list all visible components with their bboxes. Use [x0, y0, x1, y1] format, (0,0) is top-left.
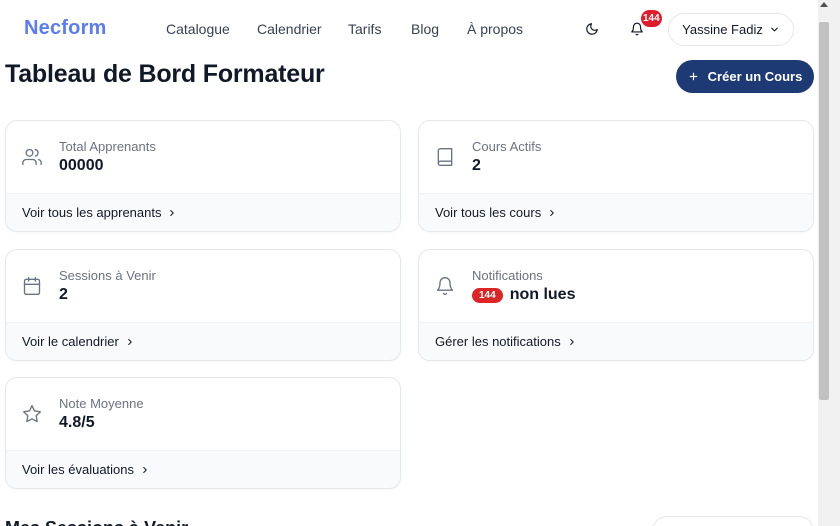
- card-value-text: 4.8/5: [59, 414, 95, 431]
- card-footer-label: Voir les évaluations: [22, 462, 135, 477]
- card-footer-link[interactable]: Gérer les notifications: [419, 322, 813, 360]
- chevron-right-icon: [143, 466, 147, 473]
- card-footer-label: Voir tous les cours: [435, 205, 542, 220]
- card-value: 144 non lues: [472, 286, 575, 304]
- card-footer-label: Voir le calendrier: [22, 334, 119, 349]
- bell-icon: [631, 22, 643, 36]
- card-label: Cours Actifs: [472, 139, 542, 154]
- star-icon: [23, 405, 41, 423]
- card-footer-label: Gérer les notifications: [435, 334, 561, 349]
- card-notifications: Notifications 144 non lues Gérer les not…: [418, 249, 814, 361]
- plus-icon: [689, 72, 697, 81]
- card-note-moyenne: Note Moyenne 4.8/5 Voir les évaluations: [5, 377, 401, 489]
- book-icon: [437, 148, 453, 166]
- unread-count-badge: 144: [472, 287, 503, 303]
- card-label: Sessions à Venir: [59, 268, 156, 283]
- users-icon: [22, 148, 42, 166]
- logo[interactable]: Necform: [24, 17, 107, 40]
- card-footer-link[interactable]: Voir les évaluations: [6, 450, 400, 488]
- top-navigation: Necform Catalogue Calendrier Tarifs Blog…: [0, 0, 818, 58]
- card-label: Notifications: [472, 268, 543, 283]
- card-value-text: 2: [472, 157, 481, 174]
- card-footer-link[interactable]: Voir tous les cours: [419, 193, 813, 231]
- card-footer-link[interactable]: Voir le calendrier: [6, 322, 400, 360]
- unread-label: non lues: [509, 286, 576, 303]
- upcoming-sessions-title: Mes Sessions à Venir: [5, 518, 188, 526]
- nav-blog[interactable]: Blog: [411, 21, 439, 37]
- chevron-right-icon: [550, 209, 554, 216]
- card-value: 2: [59, 286, 68, 304]
- nav-tarifs[interactable]: Tarifs: [348, 21, 381, 37]
- card-cours-actifs: Cours Actifs 2 Voir tous les cours: [418, 120, 814, 232]
- card-value: 2: [472, 157, 481, 175]
- card-value-text: 00000: [59, 157, 104, 174]
- chevron-right-icon: [128, 338, 132, 345]
- chevron-down-icon: [771, 27, 778, 32]
- card-total-apprenants: Total Apprenants 00000 Voir tous les app…: [5, 120, 401, 232]
- notification-count-badge: 144: [641, 10, 662, 27]
- bell-icon: [436, 277, 454, 295]
- card-value-text: 2: [59, 286, 68, 303]
- create-course-label: Créer un Cours: [707, 69, 803, 84]
- chevron-right-icon: [569, 338, 574, 345]
- card-footer-link[interactable]: Voir tous les apprenants: [6, 193, 400, 231]
- scroll-up-arrow-icon[interactable]: [820, 2, 828, 7]
- nav-calendrier[interactable]: Calendrier: [257, 21, 322, 37]
- create-course-button[interactable]: Créer un Cours: [676, 60, 814, 93]
- user-menu-button[interactable]: Yassine Fadiz: [668, 13, 794, 46]
- schedule-session-button[interactable]: Planifier une session: [652, 516, 814, 526]
- nav-catalogue[interactable]: Catalogue: [166, 21, 230, 37]
- chevron-right-icon: [170, 209, 175, 216]
- moon-icon: [586, 23, 598, 35]
- card-label: Note Moyenne: [59, 396, 144, 411]
- scrollbar-thumb[interactable]: [819, 22, 829, 400]
- card-value: 4.8/5: [59, 414, 95, 432]
- calendar-icon: [23, 277, 41, 295]
- card-label: Total Apprenants: [59, 139, 156, 154]
- page-title: Tableau de Bord Formateur: [5, 60, 325, 88]
- card-footer-label: Voir tous les apprenants: [22, 205, 162, 220]
- user-name: Yassine Fadiz: [682, 22, 763, 37]
- card-sessions-a-venir: Sessions à Venir 2 Voir le calendrier: [5, 249, 401, 361]
- card-value: 00000: [59, 157, 104, 175]
- dark-mode-toggle[interactable]: [583, 20, 601, 38]
- nav-a-propos[interactable]: À propos: [467, 21, 523, 37]
